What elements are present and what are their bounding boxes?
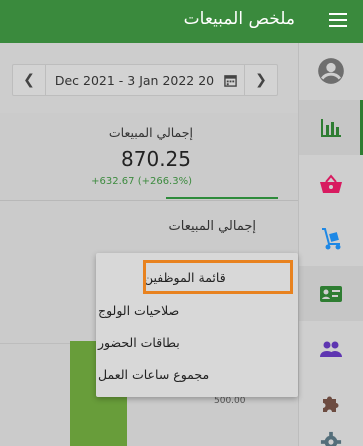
kpi-total-sales[interactable]: إجمالي المبيعات 870.25 +632.67 (+266.3%) (0, 113, 278, 199)
nav-rail (298, 43, 363, 446)
hamburger-menu-icon[interactable] (329, 13, 347, 27)
calendar-icon (224, 74, 237, 87)
date-range-picker[interactable]: Dec 2021 - 3 Jan 2022 20 (47, 65, 245, 95)
puzzle-icon[interactable] (299, 376, 363, 431)
menu-item-total-work-hours[interactable]: مجموع ساعات العمل (98, 358, 298, 390)
date-range-label: Dec 2021 - 3 Jan 2022 20 (54, 72, 215, 88)
people-icon[interactable] (299, 321, 363, 376)
badge-card-icon[interactable] (299, 266, 363, 321)
hand-truck-icon[interactable] (299, 211, 363, 266)
chart-tick-label: 500.00 (214, 396, 246, 406)
app-bar: ملخص المبيعات (0, 0, 363, 43)
divider (0, 200, 298, 201)
kpi-value: 870.25 (121, 147, 191, 171)
menu-item-time-cards[interactable]: بطاقات الحضور (98, 326, 298, 358)
account-circle-icon[interactable] (299, 43, 363, 98)
page-title: ملخص المبيعات (183, 9, 295, 29)
bar-chart-icon[interactable] (299, 100, 363, 155)
chevron-left-icon[interactable]: ❮ (13, 65, 46, 95)
kpi-selected-indicator (166, 197, 278, 199)
kpi-label: إجمالي المبيعات (108, 125, 193, 140)
shopping-basket-icon[interactable] (299, 156, 363, 211)
menu-item-employee-list[interactable]: قائمة الموظفين (143, 260, 293, 294)
employees-dropdown-menu: قائمة الموظفين صلاحيات الولوج بطاقات الح… (96, 253, 298, 397)
gear-icon[interactable] (299, 431, 363, 446)
chevron-right-icon[interactable]: ❯ (244, 65, 277, 95)
date-range-navigator: ❮ Dec 2021 - 3 Jan 2022 20 ❯ (12, 64, 278, 96)
kpi-change: +632.67 (+266.3%) (91, 176, 192, 187)
chart-gridline (0, 343, 70, 344)
menu-item-access-permissions[interactable]: صلاحيات الولوج (98, 294, 298, 326)
chart-title: إجمالي المبيعات (168, 219, 256, 234)
